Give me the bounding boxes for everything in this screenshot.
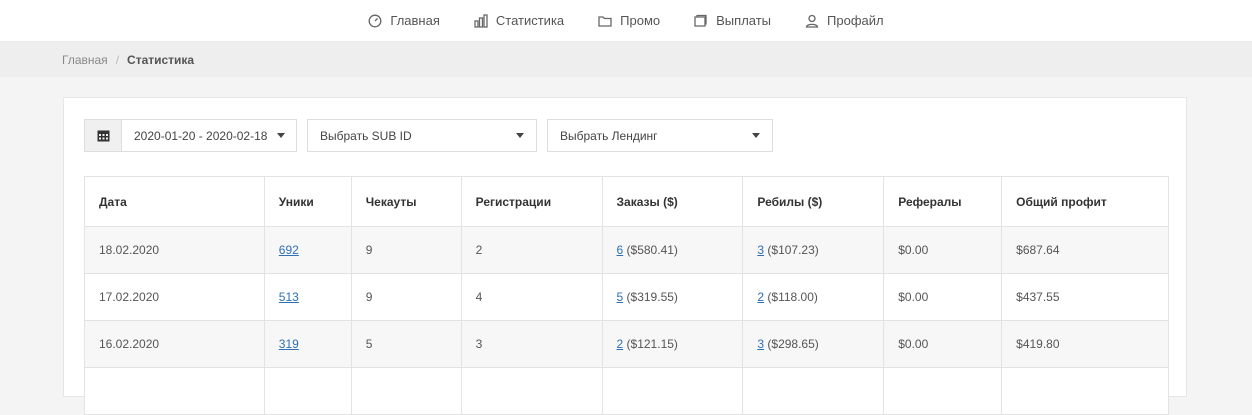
chevron-down-icon — [277, 133, 286, 138]
wallet-icon — [694, 14, 708, 28]
gauge-icon — [368, 14, 382, 28]
cell-profit: $419.80 — [1001, 320, 1169, 368]
cell-referrals: $0.00 — [883, 273, 1003, 321]
filters-bar: 2020-01-20 - 2020-02-18 Выбрать SUB ID В… — [84, 119, 773, 152]
rebills-amount: ($107.23) — [764, 243, 819, 257]
top-navigation: Главная Статистика Промо Выплаты Профайл — [0, 0, 1252, 42]
nav-item-label: Профайл — [827, 13, 884, 28]
date-range-picker[interactable]: 2020-01-20 - 2020-02-18 — [84, 119, 297, 152]
column-header-registrations[interactable]: Регистрации — [460, 176, 603, 227]
cell-uniques: 513 — [263, 273, 352, 321]
statistics-card: 2020-01-20 - 2020-02-18 Выбрать SUB ID В… — [63, 97, 1187, 415]
uniques-link[interactable]: 319 — [279, 337, 299, 351]
cell-rebills: 3 ($107.23) — [742, 226, 885, 274]
cell-profit: $687.64 — [1001, 226, 1169, 274]
cell-checkouts: 9 — [350, 273, 462, 321]
nav-item-statistics[interactable]: Статистика — [474, 13, 564, 28]
landing-select-value: Выбрать Лендинг — [560, 128, 658, 143]
cell-registrations: 3 — [460, 320, 603, 368]
calendar-icon[interactable] — [85, 120, 122, 151]
cell-orders — [601, 367, 744, 415]
cell-checkouts: 9 — [350, 226, 462, 274]
landing-select[interactable]: Выбрать Лендинг — [547, 119, 773, 152]
nav-item-label: Выплаты — [716, 13, 772, 28]
cell-referrals: $0.00 — [883, 226, 1003, 274]
table-row: 17.02.2020 513 9 4 5 ($319.55) 2 ($118.0… — [84, 273, 1169, 321]
cell-registrations: 4 — [460, 273, 603, 321]
column-header-referrals[interactable]: Рефералы — [883, 176, 1003, 227]
column-header-uniques[interactable]: Уники — [263, 176, 352, 227]
table-row: 16.02.2020 319 5 3 2 ($121.15) 3 ($298.6… — [84, 320, 1169, 368]
orders-amount: ($121.15) — [623, 337, 678, 351]
cell-rebills: 2 ($118.00) — [742, 273, 885, 321]
chevron-down-icon — [752, 133, 760, 138]
cell-uniques — [263, 367, 352, 415]
column-header-orders[interactable]: Заказы ($) — [601, 176, 744, 227]
cell-checkouts — [350, 367, 462, 415]
uniques-link[interactable]: 513 — [279, 290, 299, 304]
date-range-value[interactable]: 2020-01-20 - 2020-02-18 — [122, 120, 296, 151]
cell-checkouts: 5 — [350, 320, 462, 368]
cell-registrations — [460, 367, 603, 415]
chevron-down-icon — [516, 133, 524, 138]
cell-date: 18.02.2020 — [84, 226, 265, 274]
cell-orders: 2 ($121.15) — [601, 320, 744, 368]
bar-chart-icon — [474, 13, 488, 28]
breadcrumb-home[interactable]: Главная — [62, 53, 108, 67]
cell-orders: 6 ($580.41) — [601, 226, 744, 274]
table-header-row: Дата Уники Чекауты Регистрации Заказы ($… — [84, 176, 1169, 227]
nav-item-label: Главная — [390, 13, 440, 28]
cell-registrations: 2 — [460, 226, 603, 274]
column-header-checkouts[interactable]: Чекауты — [350, 176, 462, 227]
nav-item-profile[interactable]: Профайл — [805, 13, 884, 28]
cell-date — [84, 367, 265, 415]
table-row: 18.02.2020 692 9 2 6 ($580.41) 3 ($107.2… — [84, 226, 1169, 274]
cell-orders: 5 ($319.55) — [601, 273, 744, 321]
cell-date: 16.02.2020 — [84, 320, 265, 368]
folder-icon — [598, 14, 612, 28]
user-icon — [805, 14, 819, 28]
cell-date: 17.02.2020 — [84, 273, 265, 321]
rebills-amount: ($118.00) — [764, 290, 818, 304]
breadcrumb: Главная / Статистика — [0, 42, 1252, 77]
orders-amount: ($580.41) — [623, 243, 678, 257]
column-header-profit[interactable]: Общий профит — [1001, 176, 1169, 227]
date-range-text: 2020-01-20 - 2020-02-18 — [134, 128, 268, 143]
nav-item-label: Промо — [620, 13, 661, 28]
cell-uniques: 692 — [263, 226, 352, 274]
orders-amount: ($319.55) — [623, 290, 678, 304]
uniques-link[interactable]: 692 — [279, 243, 299, 257]
nav-item-home[interactable]: Главная — [368, 13, 440, 28]
cell-referrals: $0.00 — [883, 320, 1003, 368]
statistics-table: Дата Уники Чекауты Регистрации Заказы ($… — [84, 176, 1169, 415]
table-row — [84, 367, 1169, 415]
sub-id-select-value: Выбрать SUB ID — [320, 128, 412, 143]
column-header-rebills[interactable]: Ребилы ($) — [742, 176, 885, 227]
nav-item-promo[interactable]: Промо — [598, 13, 660, 28]
sub-id-select[interactable]: Выбрать SUB ID — [307, 119, 537, 152]
rebills-amount: ($298.65) — [764, 337, 819, 351]
cell-profit — [1001, 367, 1169, 415]
cell-rebills: 3 ($298.65) — [742, 320, 885, 368]
cell-referrals — [883, 367, 1003, 415]
breadcrumb-separator: / — [115, 52, 120, 67]
cell-rebills — [742, 367, 885, 415]
nav-item-payouts[interactable]: Выплаты — [694, 13, 771, 28]
column-header-date[interactable]: Дата — [84, 176, 265, 227]
nav-item-label: Статистика — [495, 13, 565, 28]
cell-profit: $437.55 — [1001, 273, 1169, 321]
cell-uniques: 319 — [263, 320, 352, 368]
breadcrumb-current: Статистика — [127, 52, 195, 67]
